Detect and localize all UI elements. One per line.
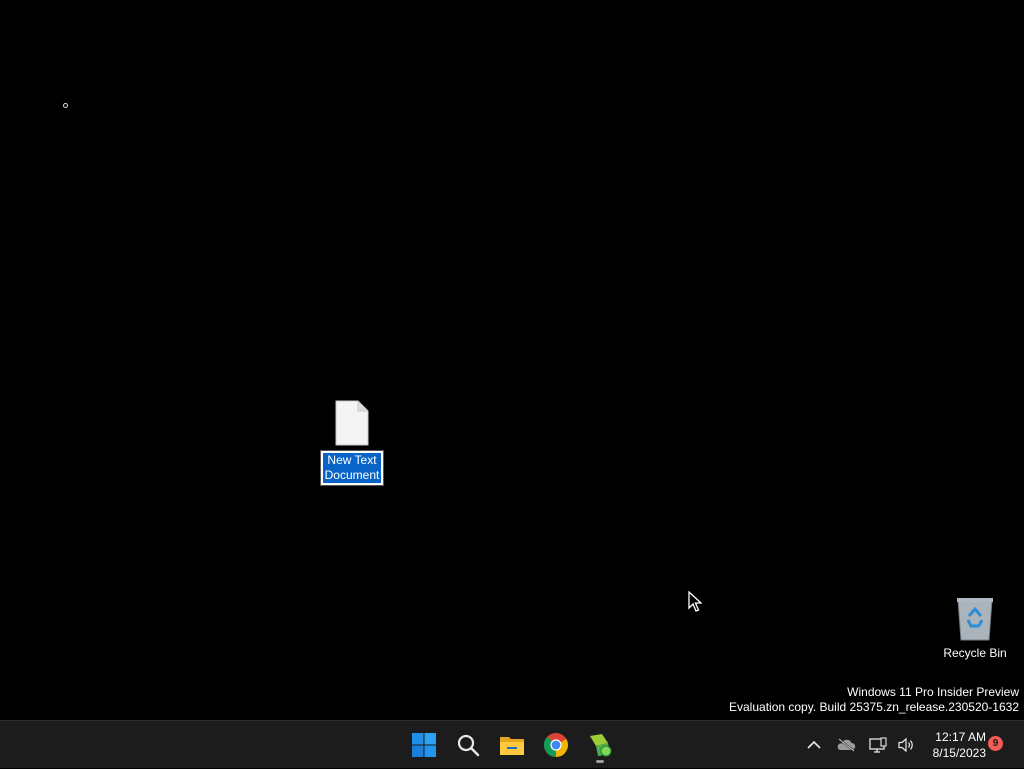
volume-icon bbox=[898, 737, 913, 753]
windows-watermark: Windows 11 Pro Insider Preview Evaluatio… bbox=[729, 685, 1019, 715]
onedrive-offline-icon bbox=[837, 738, 856, 752]
watermark-line2: Evaluation copy. Build 25375.zn_release.… bbox=[729, 700, 1019, 714]
app-button[interactable] bbox=[580, 725, 620, 765]
desktop[interactable]: New Text Document Recycle Bin Windows 11… bbox=[0, 0, 1024, 720]
chrome-icon bbox=[543, 733, 568, 757]
clock-button[interactable]: 12:17 AM 8/15/2023 bbox=[918, 729, 986, 761]
notification-badge[interactable]: 9 bbox=[988, 736, 1003, 751]
recycle-bin-label: Recycle Bin bbox=[943, 646, 1007, 660]
file-explorer-button[interactable] bbox=[492, 725, 532, 765]
chevron-up-icon bbox=[807, 740, 821, 749]
rename-input[interactable]: New Text Document bbox=[320, 450, 384, 486]
clock-time: 12:17 AM bbox=[935, 730, 986, 744]
watermark-line1: Windows 11 Pro Insider Preview bbox=[847, 685, 1019, 699]
taskbar: 12:17 AM 8/15/2023 bbox=[0, 720, 1024, 768]
desktop-dot bbox=[63, 103, 68, 108]
volume-button[interactable] bbox=[892, 731, 920, 759]
rename-text-line1: New Text bbox=[323, 453, 381, 468]
desktop-icon-new-text-document[interactable]: New Text Document bbox=[316, 400, 388, 486]
network-button[interactable] bbox=[864, 731, 892, 759]
desktop-icon-recycle-bin[interactable]: Recycle Bin bbox=[940, 596, 1010, 660]
search-button[interactable] bbox=[448, 725, 488, 765]
onedrive-button[interactable] bbox=[832, 731, 860, 759]
running-indicator bbox=[596, 760, 604, 763]
show-hidden-icons-button[interactable] bbox=[800, 731, 828, 759]
network-icon bbox=[869, 737, 887, 753]
rename-text-line2: Document bbox=[323, 468, 381, 483]
clock-date: 8/15/2023 bbox=[932, 746, 986, 760]
search-icon bbox=[457, 734, 480, 757]
text-document-icon bbox=[335, 400, 369, 446]
chrome-button[interactable] bbox=[536, 725, 576, 765]
recycle-bin-icon bbox=[957, 598, 993, 641]
start-button[interactable] bbox=[404, 725, 444, 765]
windows-logo-icon bbox=[412, 733, 436, 757]
mouse-pointer-icon bbox=[688, 591, 702, 612]
folder-icon bbox=[500, 737, 524, 755]
green-app-icon bbox=[590, 734, 612, 757]
